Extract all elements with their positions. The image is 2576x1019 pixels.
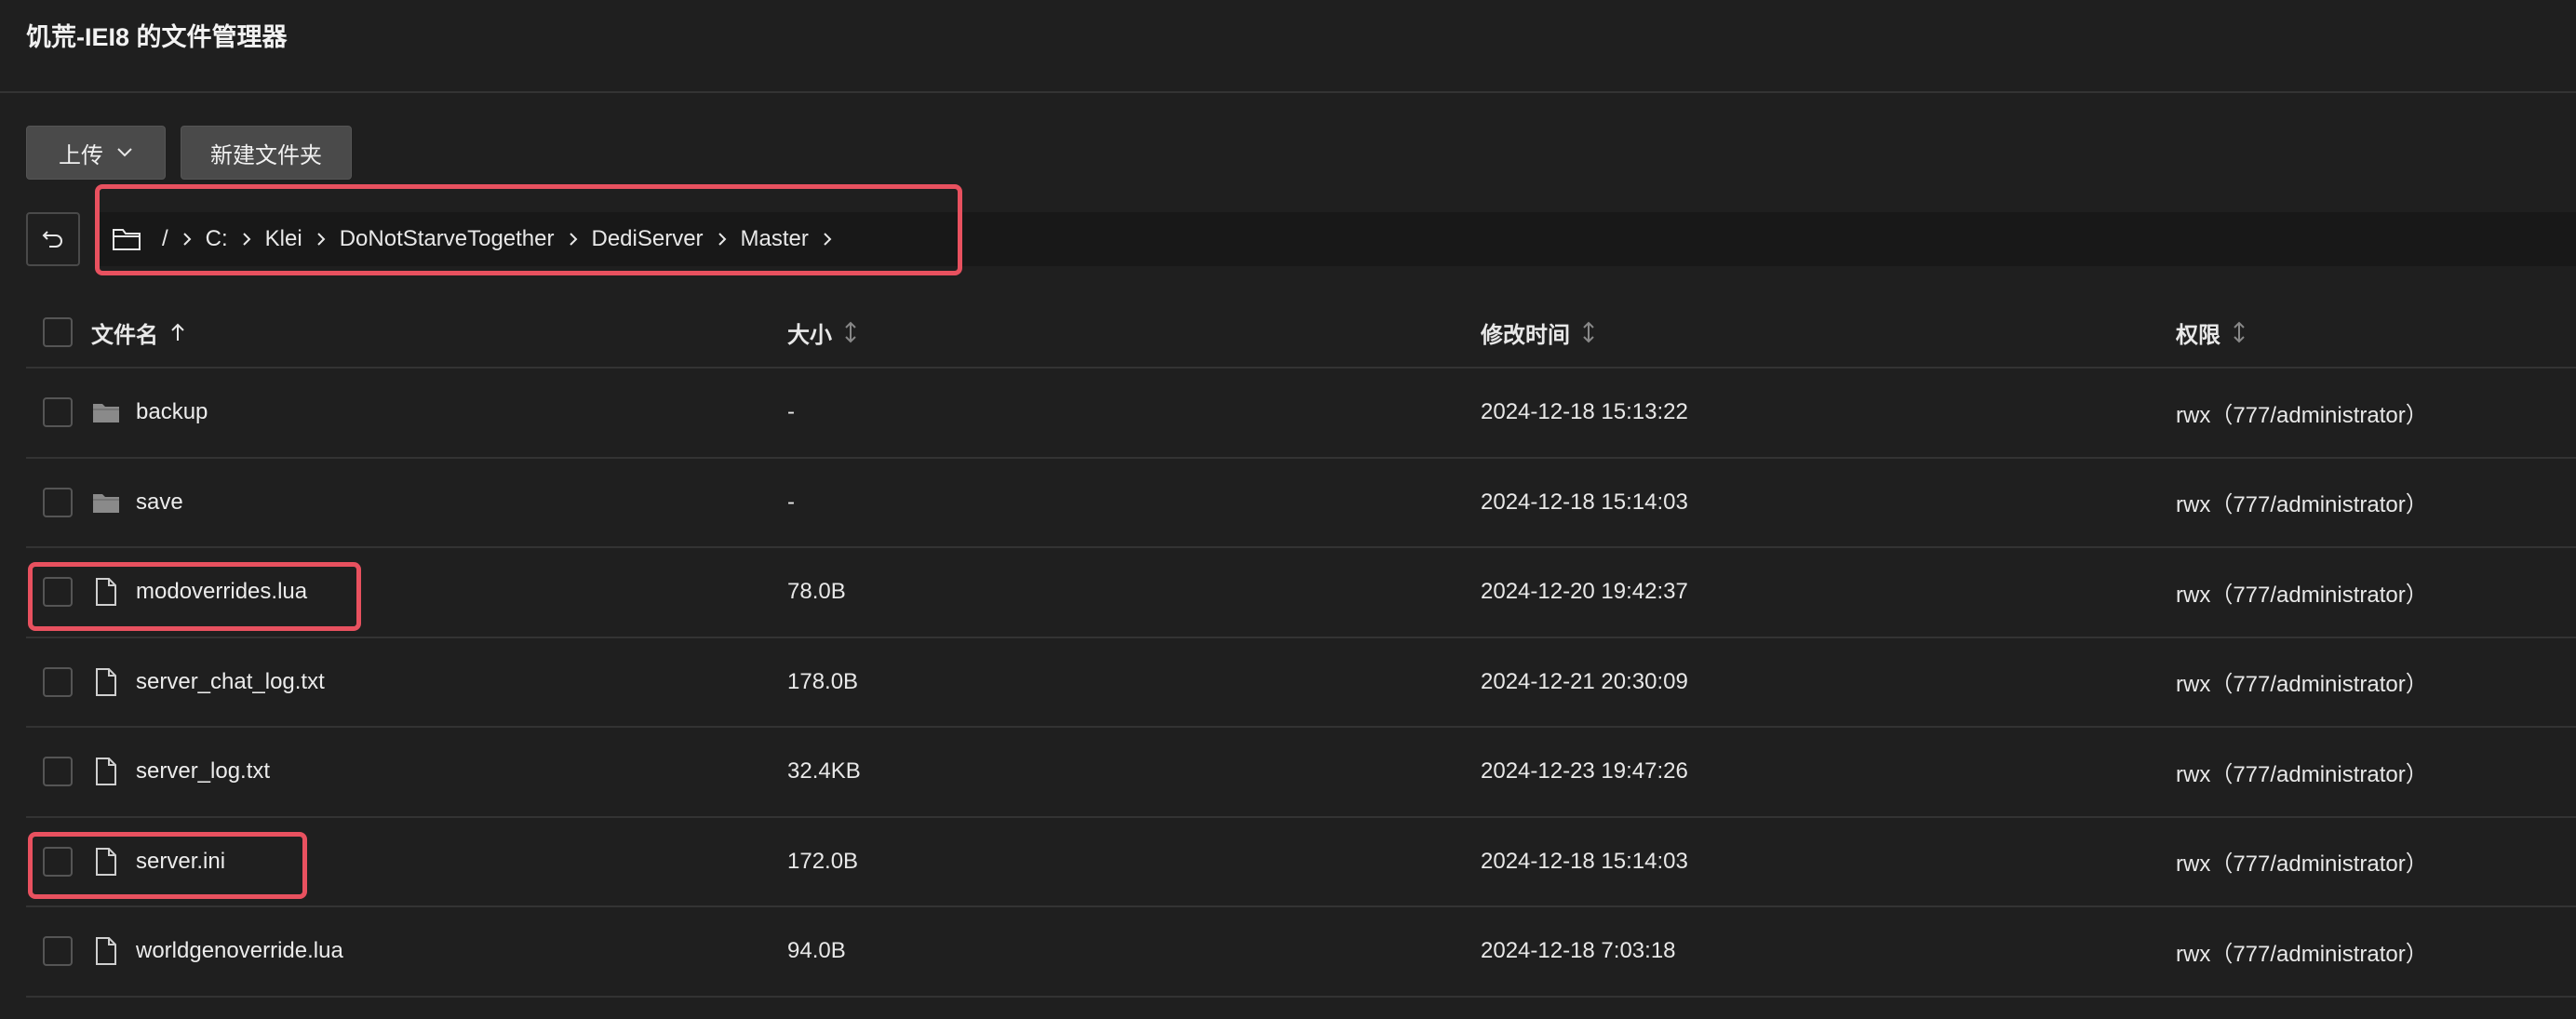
breadcrumb-segment-dst[interactable]: DoNotStarveTogether (340, 226, 555, 252)
file-modified: 2024-12-20 19:42:37 (1481, 579, 1688, 605)
file-size: 178.0B (787, 668, 859, 694)
chevron-right-icon (717, 231, 728, 248)
file-modified: 2024-12-23 19:47:26 (1481, 758, 1688, 784)
table-row[interactable]: save - 2024-12-18 15:14:03 rwx（777/administ… (26, 459, 2576, 548)
file-manager: 饥荒-IEI8 的文件管理器 上传 新建文件夹 / C: Klei DoNotS… (0, 0, 2576, 1019)
file-permissions: rwx（777/administrator） (2176, 402, 2428, 428)
breadcrumb-root[interactable]: / (162, 226, 168, 252)
column-header-name-label: 文件名 (91, 322, 158, 348)
back-button[interactable] (26, 212, 80, 266)
column-header-size[interactable]: 大小 (787, 298, 858, 367)
sort-neutral-icon (2232, 320, 2247, 344)
column-header-size-label: 大小 (787, 322, 832, 348)
table-row[interactable]: worldgenoverride.lua 94.0B 2024-12-18 7:03… (26, 907, 2576, 998)
column-header-modified-label: 修改时间 (1481, 322, 1570, 348)
file-name[interactable]: server_log.txt (136, 758, 270, 784)
breadcrumb-segment-dediserver[interactable]: DediServer (592, 226, 704, 252)
column-header-permissions-label: 权限 (2176, 322, 2220, 348)
file-permissions: rwx（777/administrator） (2176, 492, 2428, 518)
file-size: 32.4KB (787, 758, 861, 784)
file-permissions: rwx（777/administrator） (2176, 761, 2428, 787)
new-folder-button-label: 新建文件夹 (210, 142, 322, 168)
page-title: 饥荒-IEI8 的文件管理器 (26, 23, 288, 51)
table-header: 文件名 大小 修改时间 权限 (26, 298, 2576, 369)
file-modified: 2024-12-21 20:30:09 (1481, 668, 1688, 694)
column-header-modified[interactable]: 修改时间 (1481, 298, 1596, 367)
file-icon (91, 758, 121, 786)
file-name[interactable]: server_chat_log.txt (136, 669, 325, 695)
file-modified: 2024-12-18 15:13:22 (1481, 399, 1688, 425)
file-size: 172.0B (787, 848, 859, 874)
file-icon (91, 667, 121, 696)
file-size: 94.0B (787, 938, 846, 964)
row-checkbox[interactable] (43, 757, 73, 787)
row-checkbox[interactable] (43, 666, 73, 697)
file-size: - (787, 489, 795, 515)
file-icon (91, 937, 121, 966)
new-folder-button[interactable]: 新建文件夹 (181, 126, 352, 180)
chevron-right-icon (568, 231, 579, 248)
folder-outline-icon (112, 227, 141, 251)
sort-ascending-icon (169, 322, 186, 342)
file-size: 78.0B (787, 579, 846, 605)
row-checkbox[interactable] (43, 487, 73, 517)
table-row[interactable]: server.ini 172.0B 2024-12-18 15:14:03 rwx（7… (26, 818, 2576, 907)
table-row[interactable]: backup - 2024-12-18 15:13:22 rwx（777/admini… (26, 369, 2576, 459)
folder-icon (91, 401, 121, 423)
file-permissions: rwx（777/administrator） (2176, 941, 2428, 967)
breadcrumb-segment-c[interactable]: C: (206, 226, 228, 252)
file-name[interactable]: server.ini (136, 849, 225, 875)
undo-arrow-icon (41, 228, 65, 250)
file-name[interactable]: save (136, 489, 183, 516)
file-name[interactable]: backup (136, 399, 208, 425)
sort-neutral-icon (843, 320, 858, 344)
path-bar: / C: Klei DoNotStarveTogether DediServer… (26, 212, 2576, 266)
file-permissions: rwx（777/administrator） (2176, 672, 2428, 698)
chevron-down-icon (116, 147, 133, 158)
column-header-name[interactable]: 文件名 (91, 298, 186, 367)
row-checkbox[interactable] (43, 577, 73, 608)
table-row[interactable]: server_chat_log.txt 178.0B 2024-12-21 20:3… (26, 638, 2576, 728)
table-body: backup - 2024-12-18 15:13:22 rwx（777/admini… (26, 369, 2576, 998)
file-icon (91, 847, 121, 876)
file-modified: 2024-12-18 7:03:18 (1481, 938, 1676, 964)
chevron-right-icon (181, 231, 193, 248)
file-table: 文件名 大小 修改时间 权限 backup - 2024-12-18 15:13… (26, 298, 2576, 998)
file-permissions: rwx（777/administrator） (2176, 851, 2428, 878)
select-all-checkbox[interactable] (43, 317, 73, 347)
table-row[interactable]: server_log.txt 32.4KB 2024-12-23 19:47:26 r… (26, 728, 2576, 818)
file-modified: 2024-12-18 15:14:03 (1481, 489, 1688, 515)
column-header-permissions[interactable]: 权限 (2176, 298, 2247, 367)
file-permissions: rwx（777/administrator） (2176, 582, 2428, 608)
chevron-right-icon (315, 231, 327, 248)
chevron-right-icon (241, 231, 252, 248)
row-checkbox[interactable] (43, 936, 73, 967)
table-row[interactable]: modoverrides.lua 78.0B 2024-12-20 19:42:37… (26, 548, 2576, 638)
upload-button[interactable]: 上传 (26, 126, 166, 180)
breadcrumb-segment-klei[interactable]: Klei (265, 226, 302, 252)
file-size: - (787, 399, 795, 425)
row-checkbox[interactable] (43, 397, 73, 428)
sort-neutral-icon (1581, 320, 1596, 344)
upload-button-label: 上传 (59, 142, 103, 168)
row-checkbox[interactable] (43, 846, 73, 877)
header: 饥荒-IEI8 的文件管理器 (0, 0, 2576, 93)
breadcrumb: / C: Klei DoNotStarveTogether DediServer… (112, 212, 846, 266)
toolbar: 上传 新建文件夹 (26, 126, 352, 180)
file-name[interactable]: worldgenoverride.lua (136, 938, 343, 964)
file-name[interactable]: modoverrides.lua (136, 579, 307, 605)
chevron-right-icon (822, 231, 833, 248)
folder-icon (91, 491, 121, 514)
file-icon (91, 578, 121, 607)
breadcrumb-segment-master[interactable]: Master (741, 226, 809, 252)
file-modified: 2024-12-18 15:14:03 (1481, 848, 1688, 874)
